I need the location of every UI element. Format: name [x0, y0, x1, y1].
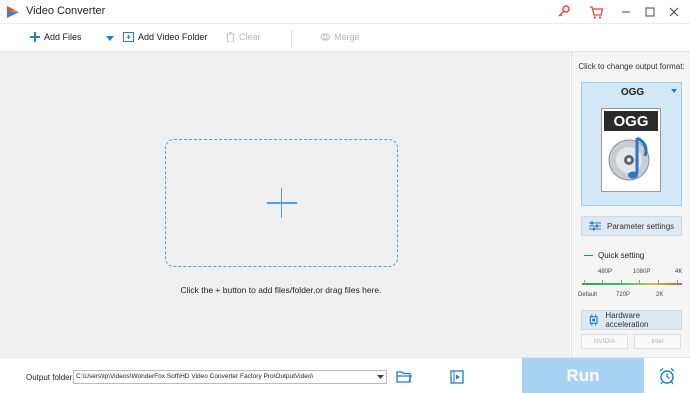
slider-tick — [602, 280, 603, 284]
add-video-folder-label: Add Video Folder — [138, 32, 208, 42]
file-list-area: Click the + button to add files/folder,o… — [0, 52, 570, 357]
parameter-settings-button[interactable]: Parameter settings — [581, 216, 682, 236]
quick-setting-heading: Quick setting — [584, 251, 644, 260]
app-title: Video Converter — [26, 5, 106, 17]
maximize-button[interactable] — [638, 2, 662, 22]
toolbar-divider — [291, 30, 292, 47]
add-video-folder-button[interactable]: Add Video Folder — [123, 32, 207, 42]
key-icon[interactable] — [556, 4, 572, 20]
output-folder-label: Output folder: — [26, 373, 75, 382]
ogg-format-icon: OGG — [601, 108, 661, 192]
maximize-icon — [645, 7, 655, 17]
quality-label-4k: 4K — [675, 269, 683, 275]
open-folder-icon[interactable] — [396, 370, 412, 384]
drop-zone[interactable] — [165, 139, 398, 267]
slider-tick — [677, 280, 678, 284]
chevron-down-icon — [376, 375, 384, 379]
nvidia-option[interactable]: NVIDIA — [581, 334, 628, 349]
quality-label-2k: 2K — [656, 292, 664, 298]
output-format-name: OGG — [620, 87, 645, 98]
add-plus-icon[interactable] — [266, 188, 297, 218]
add-files-button[interactable]: Add Files — [30, 32, 82, 42]
clear-button[interactable]: Clear — [226, 32, 261, 42]
alarm-clock-icon[interactable] — [658, 367, 676, 385]
add-files-dropdown[interactable] — [106, 36, 114, 41]
sliders-icon — [589, 221, 601, 231]
quality-label-default: Default — [578, 292, 598, 298]
quality-label-720p: 720P — [616, 292, 631, 298]
close-button[interactable] — [662, 2, 686, 22]
trash-icon — [226, 32, 235, 42]
quality-label-480p: 480P — [598, 269, 613, 275]
hardware-acceleration-label: Hardware acceleration — [605, 311, 649, 329]
add-files-label: Add Files — [44, 32, 82, 42]
ogg-icon-text: OGG — [613, 113, 648, 130]
app-logo-icon — [7, 6, 19, 18]
clear-label: Clear — [239, 32, 261, 42]
close-icon — [669, 7, 679, 17]
plus-icon — [30, 32, 40, 42]
minimize-icon — [622, 11, 630, 13]
title-bar: Video Converter — [0, 0, 690, 24]
merge-button[interactable]: Merge — [320, 32, 360, 42]
drop-hint-text: Click the + button to add files/folder,o… — [180, 285, 382, 295]
quality-label-1080p: 1080P — [633, 269, 651, 275]
format-dropdown-icon — [671, 89, 677, 93]
merge-label: Merge — [334, 32, 360, 42]
output-folder-field[interactable]: C:\Users\lp\Videos\WonderFox Soft\HD Vid… — [73, 370, 387, 384]
quality-slider[interactable] — [582, 283, 682, 285]
parameter-settings-label: Parameter settings — [607, 221, 675, 231]
minimize-button[interactable] — [614, 2, 638, 22]
quick-setting-label: Quick setting — [598, 251, 645, 260]
chip-icon — [589, 314, 598, 326]
slider-tick — [658, 280, 659, 284]
intel-option[interactable]: Intel — [634, 334, 681, 349]
output-format-selector[interactable]: OGG OGG — [581, 82, 682, 206]
bottom-bar: Output folder: C:\Users\lp\Videos\Wonder… — [0, 357, 690, 393]
run-button[interactable]: Run — [522, 358, 644, 393]
slider-tick — [584, 280, 585, 284]
output-folder-dropdown[interactable] — [374, 371, 386, 383]
merge-icon — [320, 33, 330, 41]
folder-add-icon — [123, 32, 134, 42]
cart-icon[interactable] — [588, 4, 604, 20]
intel-label: Intel — [651, 338, 664, 345]
output-format-title: Click to change output format: — [578, 62, 685, 71]
output-settings-panel: Click to change output format: OGG OGG P… — [571, 52, 690, 357]
nvidia-label: NVIDIA — [593, 338, 616, 345]
slider-tick — [621, 280, 622, 284]
quick-setting-marker-icon — [584, 254, 593, 257]
toolbar: Add Files Add Video Folder Clear Merge — [0, 25, 690, 52]
hardware-acceleration-button[interactable]: Hardware acceleration — [581, 310, 682, 330]
chevron-down-icon — [106, 36, 114, 41]
output-video-icon[interactable] — [450, 370, 464, 384]
slider-tick — [639, 280, 640, 284]
